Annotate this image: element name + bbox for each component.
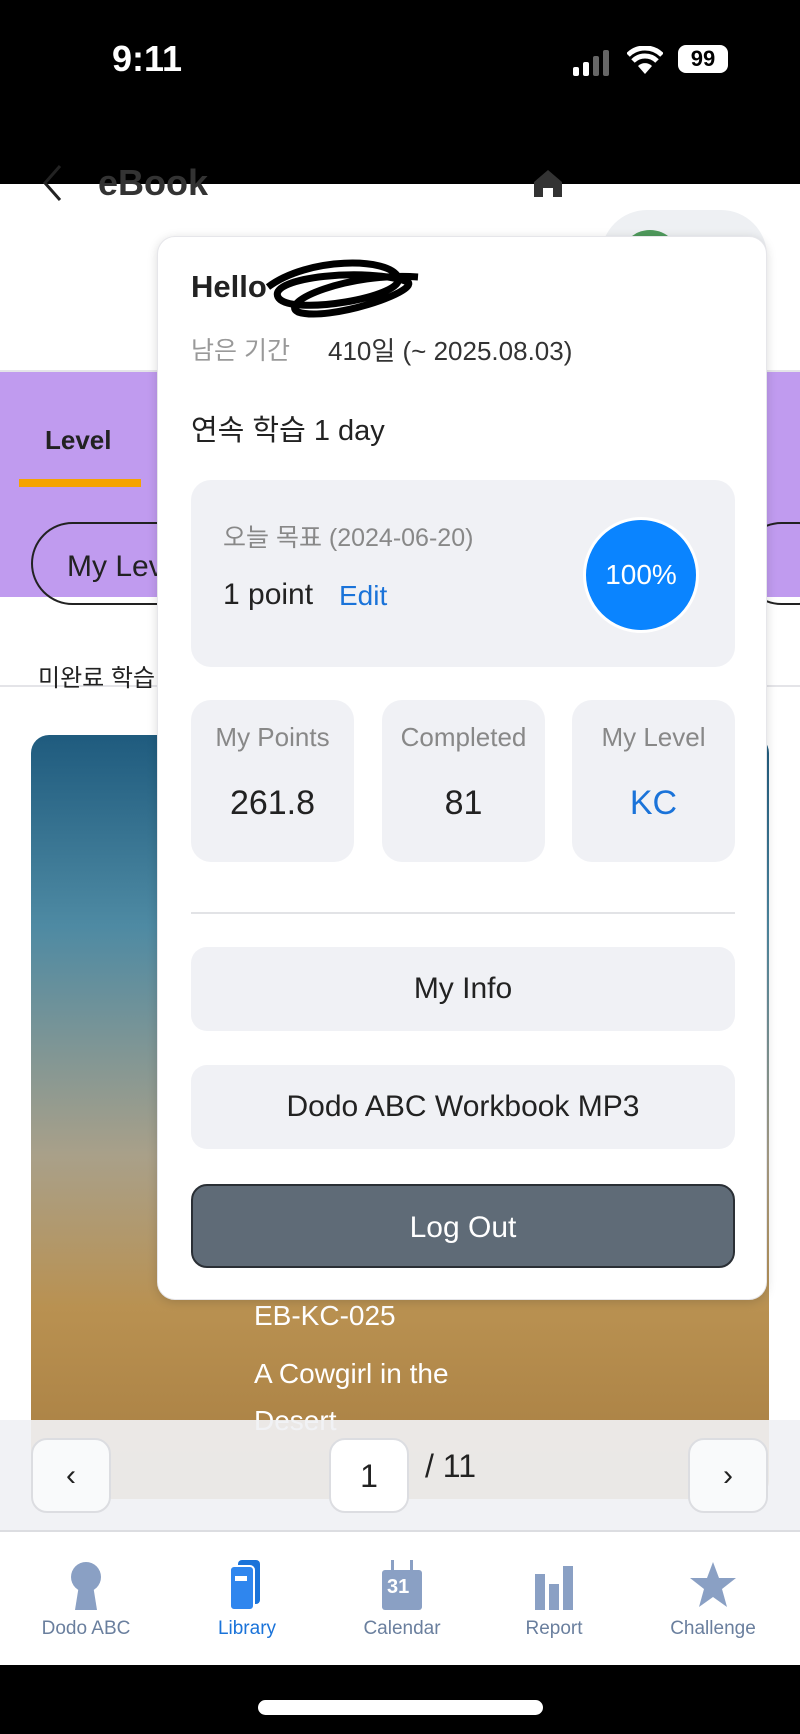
books-icon bbox=[229, 1560, 260, 1610]
stat-label: My Level bbox=[601, 722, 706, 752]
stat-label: Completed bbox=[400, 722, 527, 752]
stat-my-level: My Level KC bbox=[572, 700, 735, 862]
pagination-bar: ‹ 1 / 11 › bbox=[0, 1420, 800, 1532]
workbook-mp3-button[interactable]: Dodo ABC Workbook MP3 bbox=[191, 1065, 735, 1149]
bottom-nav: Dodo ABC Library 31 Calendar Report Chal… bbox=[0, 1532, 800, 1665]
nav-challenge[interactable]: Challenge bbox=[638, 1532, 788, 1665]
stat-label: My Points bbox=[215, 722, 330, 752]
back-chevron-icon[interactable] bbox=[40, 163, 64, 203]
daily-goal-card: 오늘 목표 (2024-06-20) 1 point Edit 100% bbox=[191, 480, 735, 667]
remaining-period-label: 남은 기간 bbox=[191, 337, 290, 365]
next-page-button[interactable]: › bbox=[688, 1438, 768, 1513]
bar-chart-icon bbox=[535, 1566, 573, 1610]
goal-points: 1 point bbox=[223, 578, 314, 611]
stat-my-points: My Points 261.8 bbox=[191, 700, 354, 862]
incomplete-label: 미완료 학습 bbox=[38, 665, 156, 692]
nav-label: Challenge bbox=[670, 1618, 756, 1639]
goal-edit-link[interactable]: Edit bbox=[339, 580, 387, 612]
tab-active-indicator bbox=[19, 479, 141, 487]
nav-dodo-abc[interactable]: Dodo ABC bbox=[11, 1532, 161, 1665]
prev-page-button[interactable]: ‹ bbox=[31, 1438, 111, 1513]
nav-calendar[interactable]: 31 Calendar bbox=[327, 1532, 477, 1665]
cellular-signal-icon bbox=[573, 50, 609, 76]
calendar-day: 31 bbox=[387, 1576, 410, 1598]
goal-progress-circle: 100% bbox=[583, 517, 699, 633]
page-total: / 11 bbox=[425, 1448, 476, 1484]
home-indicator[interactable] bbox=[258, 1700, 543, 1715]
wifi-icon bbox=[627, 46, 663, 74]
profile-popup: Hello 남은 기간 410일 (~ 2025.08.03) 연속 학습 1 … bbox=[157, 236, 767, 1300]
status-time: 9:11 bbox=[112, 38, 183, 79]
stat-completed: Completed 81 bbox=[382, 700, 545, 862]
book-title: A Cowgirl in the bbox=[254, 1358, 449, 1389]
battery-indicator: 99 bbox=[678, 45, 728, 73]
nav-label: Dodo ABC bbox=[41, 1618, 131, 1639]
tab-level[interactable]: Level bbox=[45, 425, 112, 456]
divider bbox=[191, 912, 735, 914]
page-input[interactable]: 1 bbox=[329, 1438, 409, 1513]
logout-button[interactable]: Log Out bbox=[191, 1184, 735, 1268]
goal-date: 오늘 목표 (2024-06-20) bbox=[223, 524, 474, 552]
stat-value: 261.8 bbox=[229, 784, 316, 822]
star-icon bbox=[690, 1562, 736, 1607]
remaining-period-value: 410일 (~ 2025.08.03) bbox=[328, 336, 573, 366]
redaction-scribble bbox=[265, 259, 419, 318]
nav-label: Calendar bbox=[363, 1618, 441, 1639]
nav-label: Report bbox=[525, 1618, 583, 1639]
stat-value: KC bbox=[629, 784, 678, 822]
home-icon[interactable] bbox=[533, 168, 563, 198]
nav-label: Library bbox=[217, 1618, 277, 1639]
keyhole-icon bbox=[71, 1562, 101, 1610]
study-streak: 연속 학습 1 day bbox=[191, 415, 385, 447]
my-info-button[interactable]: My Info bbox=[191, 947, 735, 1031]
status-bar: 9:11 99 bbox=[0, 0, 800, 184]
book-code: EB-KC-025 bbox=[254, 1300, 396, 1331]
nav-library[interactable]: Library bbox=[172, 1532, 322, 1665]
page-title: eBook bbox=[98, 162, 209, 203]
stat-value: 81 bbox=[444, 784, 483, 822]
nav-report[interactable]: Report bbox=[479, 1532, 629, 1665]
